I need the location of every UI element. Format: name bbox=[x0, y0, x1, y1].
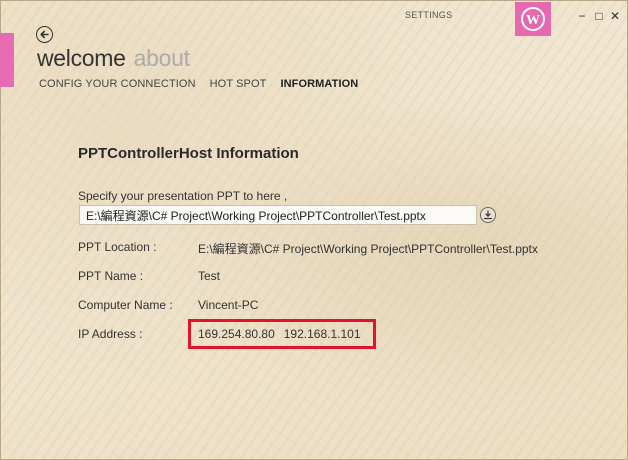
header-welcome[interactable]: welcome bbox=[37, 45, 126, 71]
maximize-button[interactable]: □ bbox=[592, 9, 606, 23]
page-header: welcome about bbox=[37, 45, 190, 72]
computer-name-label: Computer Name : bbox=[78, 298, 173, 312]
ppt-location-value: E:\編程資源\C# Project\Working Project\PPTCo… bbox=[198, 242, 538, 256]
header-about[interactable]: about bbox=[134, 45, 190, 71]
back-button[interactable] bbox=[36, 26, 53, 43]
specify-ppt-label: Specify your presentation PPT to here , bbox=[78, 189, 288, 203]
minimize-icon: − bbox=[578, 9, 586, 23]
minimize-button[interactable]: − bbox=[575, 9, 589, 23]
ppt-name-label: PPT Name : bbox=[78, 269, 144, 283]
close-icon: ✕ bbox=[609, 9, 621, 23]
tab-hot-spot[interactable]: HOT SPOT bbox=[210, 78, 267, 90]
settings-label[interactable]: SETTINGS bbox=[405, 10, 452, 20]
ip-address-label: IP Address : bbox=[78, 327, 143, 341]
ppt-location-label: PPT Location : bbox=[78, 240, 157, 254]
maximize-icon: □ bbox=[595, 9, 603, 23]
close-button[interactable]: ✕ bbox=[608, 9, 622, 23]
tab-config-connection[interactable]: CONFIG YOUR CONNECTION bbox=[39, 78, 196, 90]
svg-text:W: W bbox=[526, 13, 540, 28]
accent-strip bbox=[0, 33, 14, 87]
browse-button[interactable] bbox=[480, 207, 496, 223]
download-icon bbox=[483, 210, 493, 220]
ip-address-2: 192.168.1.101 bbox=[283, 327, 361, 341]
ip-address-values: 169.254.80.80 192.168.1.101 bbox=[198, 327, 361, 341]
tab-bar: CONFIG YOUR CONNECTION HOT SPOT INFORMAT… bbox=[39, 78, 358, 90]
section-title: PPTControllerHost Information bbox=[78, 145, 299, 162]
wordpress-tile[interactable]: W bbox=[515, 2, 551, 36]
ppt-name-value: Test bbox=[198, 269, 221, 283]
back-arrow-icon bbox=[40, 30, 49, 39]
computer-name-value: Vincent-PC bbox=[198, 298, 259, 312]
tab-information[interactable]: INFORMATION bbox=[280, 78, 358, 90]
ip-address-1: 169.254.80.80 bbox=[198, 327, 275, 341]
wordpress-icon: W bbox=[521, 7, 545, 31]
ppt-path-input[interactable] bbox=[79, 205, 477, 225]
